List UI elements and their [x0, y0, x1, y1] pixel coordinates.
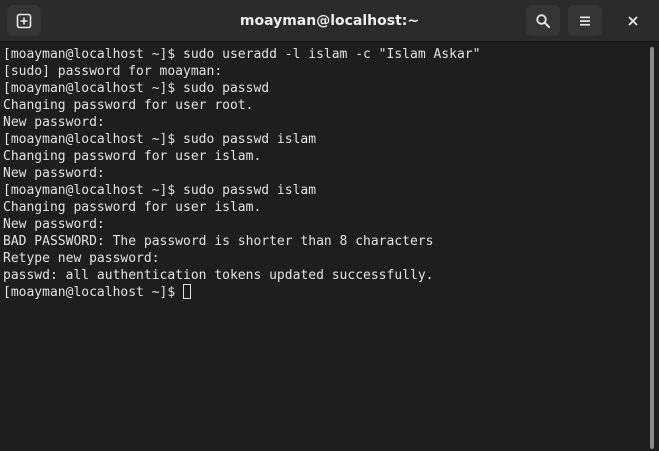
- new-tab-icon: [16, 13, 32, 29]
- terminal-line: [moayman@localhost ~]$ sudo passwd islam: [3, 132, 317, 147]
- hamburger-menu-icon: [578, 14, 592, 28]
- new-tab-button[interactable]: [7, 5, 41, 36]
- terminal-scrollbar[interactable]: [645, 43, 659, 451]
- terminal-prompt-line: [moayman@localhost ~]$: [3, 284, 644, 301]
- terminal-line: [moayman@localhost ~]$ sudo useradd -l i…: [3, 47, 481, 62]
- window-title: moayman@localhost:~: [239, 13, 420, 29]
- terminal-line: BAD PASSWORD: The password is shorter th…: [3, 234, 434, 249]
- menu-button[interactable]: [568, 5, 602, 36]
- search-button[interactable]: [526, 5, 560, 36]
- terminal-cursor: [183, 284, 192, 299]
- terminal-line: [sudo] password for moayman:: [3, 64, 223, 79]
- terminal-line: Changing password for user root.: [3, 98, 254, 113]
- terminal-line: New password:: [3, 166, 105, 181]
- terminal-line: Retype new password:: [3, 251, 160, 266]
- terminal-line: Changing password for user islam.: [3, 200, 262, 215]
- terminal-line: New password:: [3, 115, 105, 130]
- scrollbar-thumb[interactable]: [650, 47, 654, 449]
- terminal-window: moayman@localhost:~ [moayman@localhost ~…: [0, 0, 659, 451]
- terminal-line: New password:: [3, 217, 105, 232]
- close-icon: [627, 15, 639, 27]
- close-button[interactable]: [617, 5, 649, 36]
- terminal-line: [moayman@localhost ~]$ sudo passwd: [3, 81, 270, 96]
- terminal-output[interactable]: [moayman@localhost ~]$ sudo useradd -l i…: [0, 42, 644, 451]
- terminal-line: [moayman@localhost ~]$ sudo passwd islam: [3, 183, 317, 198]
- terminal-prompt: [moayman@localhost ~]$: [3, 285, 176, 300]
- terminal-line: Changing password for user islam.: [3, 149, 262, 164]
- search-icon: [535, 13, 551, 29]
- header-bar: moayman@localhost:~: [0, 0, 659, 42]
- terminal-line: passwd: all authentication tokens update…: [3, 268, 434, 283]
